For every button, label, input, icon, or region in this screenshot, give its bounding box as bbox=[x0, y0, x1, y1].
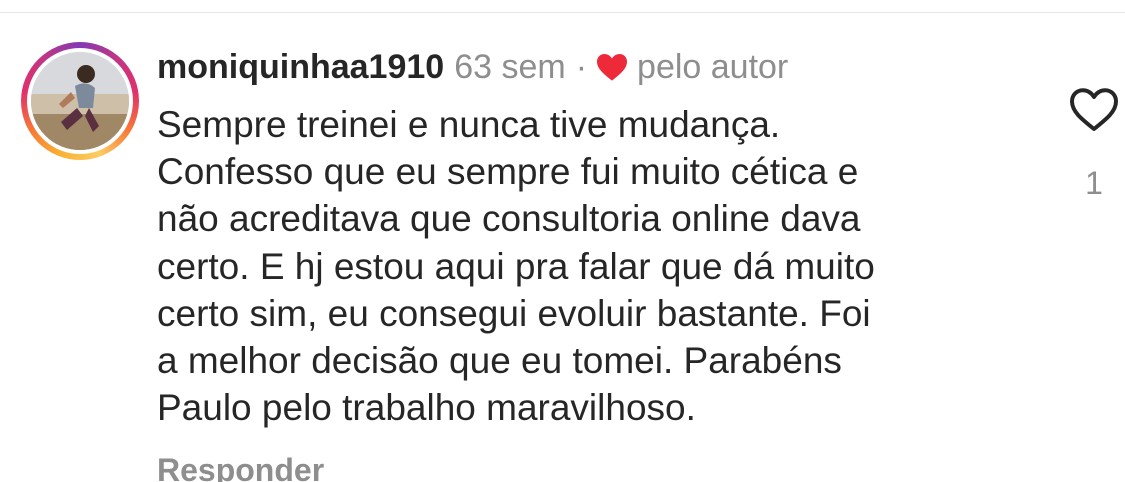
comment-line: Paulo pelo trabalho maravilhoso. bbox=[157, 387, 696, 429]
comment-line: Sempre treinei e nunca tive mudança. bbox=[157, 104, 781, 145]
avatar-ring-gap bbox=[27, 48, 133, 154]
heart-filled-icon bbox=[597, 54, 628, 81]
avatar-image bbox=[31, 52, 129, 150]
comment-line: a melhor decisão que eu tomei. Parabéns bbox=[157, 340, 842, 382]
top-divider bbox=[0, 12, 1125, 13]
comment-line: certo sim, eu consegui evoluir bastante.… bbox=[157, 292, 871, 334]
comment-line: não acreditava que consultoria online da… bbox=[157, 198, 861, 240]
header-separator: · bbox=[575, 47, 588, 86]
comment-username[interactable]: moniquinhaa1910 bbox=[157, 48, 444, 87]
heart-outline-icon[interactable] bbox=[1068, 85, 1120, 133]
reply-button[interactable]: Responder bbox=[157, 452, 324, 482]
comment-screen: moniquinhaa1910 63 sem · pelo autor Semp… bbox=[0, 0, 1125, 482]
comment-timestamp: 63 sem bbox=[454, 47, 566, 86]
comment-header: moniquinhaa1910 63 sem · pelo autor bbox=[157, 46, 788, 88]
comment-text: Sempre treinei e nunca tive mudança. Con… bbox=[157, 101, 1017, 431]
avatar[interactable] bbox=[21, 42, 139, 160]
comment-line: Confesso que eu sempre fui muito cética … bbox=[157, 151, 859, 193]
comment-line: certo. E hj estou aqui pra falar que dá … bbox=[157, 245, 875, 287]
like-count: 1 bbox=[1085, 165, 1103, 201]
author-like-label: pelo autor bbox=[637, 47, 789, 86]
avatar-photo bbox=[31, 52, 129, 150]
